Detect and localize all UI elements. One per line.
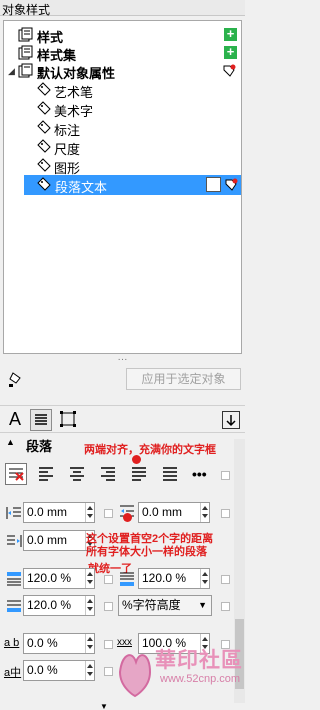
field-value: 120.0 % xyxy=(27,598,72,612)
right-indent-field[interactable]: 0.0 mm xyxy=(23,530,95,551)
field-value: 0.0 % xyxy=(27,663,58,677)
align-center-button[interactable] xyxy=(67,463,89,485)
expand-arrow-icon[interactable]: ◢ xyxy=(8,66,15,77)
spinner[interactable] xyxy=(200,503,209,522)
annotation-justify: 两端对齐，充满你的文字框 xyxy=(84,444,216,456)
object-styles-tree: 样式 + 样式集 + ◢ 默认对象属性 艺术笔 美术字 标注 尺度 图形 段落文… xyxy=(3,20,242,354)
space-before-checkbox[interactable] xyxy=(104,575,113,584)
watermark: 華印社區 www.52cnp.com xyxy=(110,632,245,710)
line-spacing-field[interactable]: 120.0 % xyxy=(23,595,95,616)
default-properties-icon xyxy=(18,63,33,78)
panel-options-icon[interactable] xyxy=(222,411,240,429)
style-sets-icon xyxy=(18,45,33,60)
tag-icon xyxy=(37,139,51,153)
tree-item-artistic-text[interactable]: 美术字 xyxy=(4,99,241,119)
tree-item-paragraph-text[interactable]: 段落文本 xyxy=(24,175,241,195)
frame-icon xyxy=(60,411,76,427)
tree-item-dimension[interactable]: 尺度 xyxy=(4,137,241,157)
add-style-set-button[interactable]: + xyxy=(224,45,237,59)
watermark-brand: 華印社區 xyxy=(155,649,243,672)
space-after-icon xyxy=(120,572,134,586)
language-spacing-field[interactable]: 0.0 % xyxy=(23,660,95,681)
align-none-button[interactable] xyxy=(5,463,27,485)
space-before-icon xyxy=(7,572,21,586)
styles-icon xyxy=(18,27,33,42)
tree-item-style-sets[interactable]: 样式集 + xyxy=(4,43,241,63)
tree-item-graphic[interactable]: 图形 xyxy=(4,156,241,176)
tab-paragraph[interactable] xyxy=(30,409,52,431)
left-indent-field[interactable]: 0.0 mm xyxy=(23,502,95,523)
tree-item-styles[interactable]: 样式 + xyxy=(4,25,241,45)
spinner[interactable] xyxy=(85,661,94,680)
select-value: %字符高度 xyxy=(122,598,181,612)
spinner[interactable] xyxy=(85,596,94,615)
tree-item-callout[interactable]: 标注 xyxy=(4,118,241,138)
panel-title: 对象样式 xyxy=(2,3,51,17)
annotation-indent-2: 所有字体大小一样的段落 xyxy=(86,546,207,558)
reset-icon[interactable] xyxy=(221,63,237,79)
paragraph-icon xyxy=(35,414,47,425)
first-line-indent-checkbox[interactable] xyxy=(221,509,230,518)
tag-icon xyxy=(37,82,51,96)
field-value: 0.0 mm xyxy=(27,533,68,547)
space-after-checkbox[interactable] xyxy=(221,575,230,584)
annotation-dot xyxy=(123,513,132,522)
scroll-down-icon[interactable]: ▼ xyxy=(100,702,108,710)
spinner[interactable] xyxy=(85,634,94,653)
spinner[interactable] xyxy=(85,503,94,522)
char-spacing-icon: a b xyxy=(4,637,20,649)
watermark-url: www.52cnp.com xyxy=(160,673,241,685)
edit-icon[interactable] xyxy=(206,177,221,192)
tree-item-default-properties[interactable]: ◢ 默认对象属性 xyxy=(4,61,241,81)
panel-header: 对象样式 xyxy=(0,0,245,17)
language-spacing-icon: a中 xyxy=(4,667,22,679)
tag-icon xyxy=(37,158,51,172)
space-after-field[interactable]: 120.0 % xyxy=(138,568,210,589)
space-before-field[interactable]: 120.0 % xyxy=(23,568,95,589)
collapse-arrow-icon[interactable]: ▲ xyxy=(6,437,15,447)
field-value: 120.0 % xyxy=(27,571,72,585)
field-value: 0.0 % xyxy=(27,636,58,650)
left-indent-icon xyxy=(6,507,21,519)
first-line-indent-field[interactable]: 0.0 mm xyxy=(138,502,210,523)
right-indent-icon xyxy=(7,535,22,547)
spinner[interactable] xyxy=(85,569,94,588)
tag-icon xyxy=(37,101,51,115)
field-value: 0.0 mm xyxy=(27,505,68,519)
reset-icon[interactable] xyxy=(223,177,239,193)
line-spacing-icon xyxy=(7,600,21,612)
tag-icon xyxy=(37,120,51,134)
char-spacing-field[interactable]: 0.0 % xyxy=(23,633,95,654)
line-spacing-checkbox[interactable] xyxy=(104,602,113,611)
tree-item-label: 段落文本 xyxy=(55,180,108,195)
align-left-button[interactable] xyxy=(36,463,58,485)
left-indent-checkbox[interactable] xyxy=(104,509,113,518)
justify-full-button[interactable] xyxy=(129,463,151,485)
alignment-checkbox[interactable] xyxy=(221,471,230,480)
force-justify-button[interactable] xyxy=(160,463,182,485)
panel-splitter[interactable]: ··· xyxy=(0,355,245,366)
line-spacing-unit-select[interactable]: %字符高度 ▼ xyxy=(118,595,212,616)
align-right-button[interactable] xyxy=(98,463,120,485)
add-style-button[interactable]: + xyxy=(224,27,237,41)
tag-icon xyxy=(37,177,51,191)
field-value: 0.0 mm xyxy=(142,505,183,519)
line-spacing-unit-checkbox[interactable] xyxy=(221,602,230,611)
section-title: 段落 xyxy=(26,439,53,454)
property-tabs: A xyxy=(0,405,245,433)
more-options-icon[interactable]: ••• xyxy=(192,466,207,482)
tab-frame[interactable] xyxy=(58,409,80,431)
field-value: 120.0 % xyxy=(142,571,187,585)
tree-item-artistic-media[interactable]: 艺术笔 xyxy=(4,80,241,100)
tab-character[interactable]: A xyxy=(4,409,26,431)
apply-to-selected-button[interactable]: 应用于选定对象 xyxy=(126,368,241,390)
spinner[interactable] xyxy=(200,569,209,588)
fill-tool-icon[interactable] xyxy=(8,370,24,388)
chevron-down-icon: ▼ xyxy=(198,600,207,610)
